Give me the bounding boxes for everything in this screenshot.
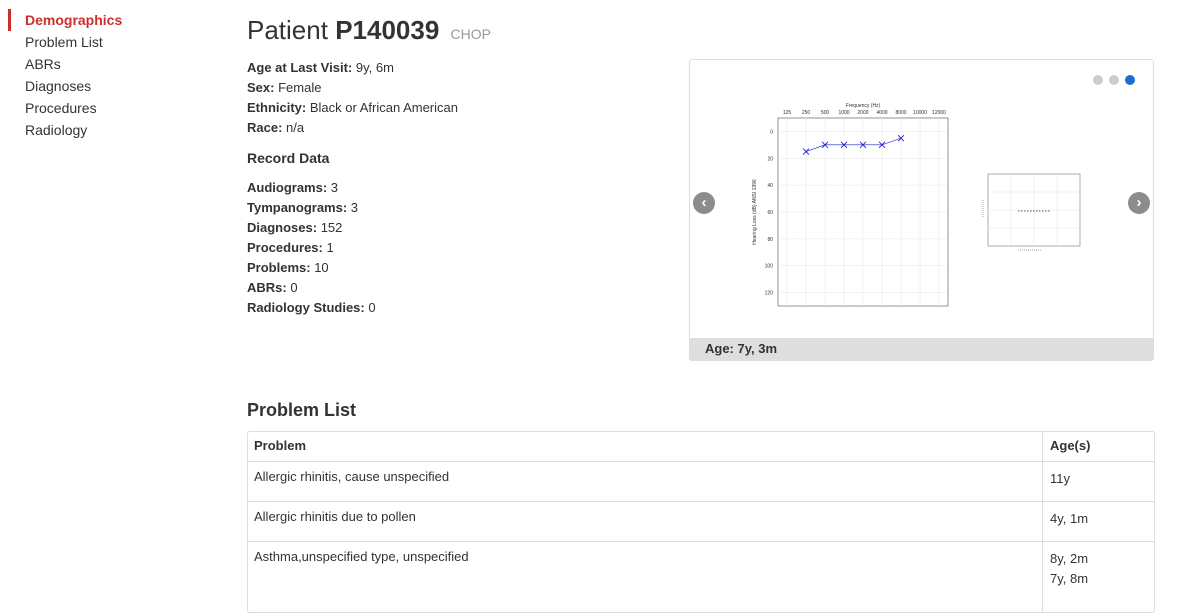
field-label: ABRs: (247, 280, 287, 295)
sidebar-nav: Demographics Problem List ABRs Diagnoses… (8, 9, 208, 141)
x-tick-label: 8000 (895, 110, 906, 116)
age-value: 4y, 1m (1050, 511, 1089, 526)
y-tick-label: 100 (765, 264, 774, 270)
record-radiology: Radiology Studies: 0 (247, 298, 376, 318)
page-title: Patient P140039 CHOP (247, 14, 491, 50)
site-label: CHOP (450, 26, 491, 42)
x-tick-label: 125 (783, 110, 792, 116)
field-value: 9y, 6m (355, 60, 394, 75)
field-label: Problems: (247, 260, 311, 275)
column-header-problem[interactable]: Problem (248, 432, 1043, 461)
field-value: n/a (286, 120, 305, 135)
carousel-next-button[interactable]: › (1128, 192, 1150, 214)
field-label: Diagnoses: (247, 220, 318, 235)
field-sex: Sex: Female (247, 78, 458, 98)
record-data-section: Audiograms: 3 Tympanograms: 3 Diagnoses:… (247, 178, 376, 318)
field-ethnicity: Ethnicity: Black or African American (247, 98, 458, 118)
table-row: Allergic rhinitis, cause unspecified 11y (248, 462, 1154, 502)
carousel-dot[interactable] (1109, 75, 1119, 85)
audiogram-carousel: Frequency (Hz) Hearing Loss (dB) ANSI 199… (689, 59, 1154, 361)
field-age: Age at Last Visit: 9y, 6m (247, 58, 458, 78)
sidebar-item-problem-list[interactable]: Problem List (8, 31, 208, 53)
record-abrs: ABRs: 0 (247, 278, 376, 298)
field-value: 152 (320, 220, 343, 235)
table-header-row: Problem Age(s) (248, 432, 1154, 462)
problem-cell: Allergic rhinitis, cause unspecified (248, 462, 1043, 501)
carousel-dot[interactable] (1125, 75, 1135, 85)
audiogram-chart: Frequency (Hz) Hearing Loss (dB) ANSI 199… (752, 103, 949, 307)
x-tick-label: 12000 (932, 110, 946, 116)
field-label: Radiology Studies: (247, 300, 365, 315)
sidebar-item-abrs[interactable]: ABRs (8, 53, 208, 75)
field-label: Audiograms: (247, 180, 328, 195)
ages-cell: 4y, 1m (1043, 502, 1154, 541)
field-value: Black or African American (309, 100, 458, 115)
age-value: 11y (1050, 471, 1070, 486)
y-tick-label: 20 (767, 156, 773, 162)
ages-cell: 11y (1043, 462, 1154, 501)
x-tick-label: 4000 (876, 110, 887, 116)
carousel-caption: Age: 7y, 3m (690, 338, 1153, 360)
field-label: Race: (247, 120, 283, 135)
field-value: 0 (290, 280, 298, 295)
field-label: Ethnicity: (247, 100, 307, 115)
field-race: Race: n/a (247, 118, 458, 138)
record-audiograms: Audiograms: 3 (247, 178, 376, 198)
y-tick-label: 80 (767, 237, 773, 243)
record-problems: Problems: 10 (247, 258, 376, 278)
carousel-dot[interactable] (1093, 75, 1103, 85)
problem-cell: Asthma,unspecified type, unspecified (248, 542, 1043, 612)
field-label: Tympanograms: (247, 200, 348, 215)
problem-cell: Allergic rhinitis due to pollen (248, 502, 1043, 541)
carousel-prev-button[interactable]: ‹ (693, 192, 715, 214)
demographics-section: Age at Last Visit: 9y, 6m Sex: Female Et… (247, 58, 458, 138)
sidebar-item-radiology[interactable]: Radiology (8, 119, 208, 141)
table-row: Allergic rhinitis due to pollen 4y, 1m (248, 502, 1154, 542)
x-tick-label: 10000 (913, 110, 927, 116)
chevron-right-icon: › (1136, 194, 1142, 211)
field-label: Sex: (247, 80, 275, 95)
y-tick-label: 0 (770, 129, 773, 135)
problem-list-heading: Problem List (247, 400, 357, 420)
x-tick-label: 500 (821, 110, 830, 116)
carousel-indicators (1093, 75, 1135, 85)
chevron-left-icon: ‹ (701, 194, 707, 211)
problem-list-table: Problem Age(s) Allergic rhinitis, cause … (247, 431, 1155, 613)
column-header-ages[interactable]: Age(s) (1043, 432, 1154, 461)
y-tick-label: 120 (765, 291, 774, 297)
y-axis-label: Hearing Loss (dB) ANSI 1996 (752, 179, 758, 245)
age-value: 8y, 2m (1050, 551, 1089, 566)
table-row: Asthma,unspecified type, unspecified 8y,… (248, 542, 1154, 613)
record-procedures: Procedures: 1 (247, 238, 376, 258)
record-data-heading: Record Data (247, 150, 330, 166)
title-prefix: Patient (247, 15, 328, 45)
patient-id: P140039 (335, 15, 440, 45)
tympanogram-grid (988, 174, 1080, 246)
y-tick-label: 60 (767, 210, 773, 216)
tympanogram-thumbnail (982, 173, 1081, 251)
y-tick-label: 40 (767, 183, 773, 189)
field-value: 3 (330, 180, 339, 195)
field-value: 0 (368, 300, 376, 315)
field-label: Age at Last Visit: (247, 60, 353, 75)
sidebar-item-diagnoses[interactable]: Diagnoses (8, 75, 208, 97)
record-tympanograms: Tympanograms: 3 (247, 198, 376, 218)
field-label: Procedures: (247, 240, 323, 255)
sidebar-item-procedures[interactable]: Procedures (8, 97, 208, 119)
series-line (805, 137, 902, 152)
field-value: 1 (326, 240, 334, 255)
x-tick-label: 250 (802, 110, 811, 116)
x-tick-label: 1000 (838, 110, 849, 116)
record-diagnoses: Diagnoses: 152 (247, 218, 376, 238)
x-tick-label: 2000 (857, 110, 868, 116)
sidebar-item-demographics[interactable]: Demographics (8, 9, 208, 31)
field-value: 3 (350, 200, 359, 215)
ages-cell: 8y, 2m 7y, 8m (1043, 542, 1154, 612)
age-value: 7y, 8m (1050, 571, 1089, 586)
chart-title: Frequency (Hz) (846, 103, 881, 109)
field-value: Female (278, 80, 322, 95)
field-value: 10 (314, 260, 329, 275)
